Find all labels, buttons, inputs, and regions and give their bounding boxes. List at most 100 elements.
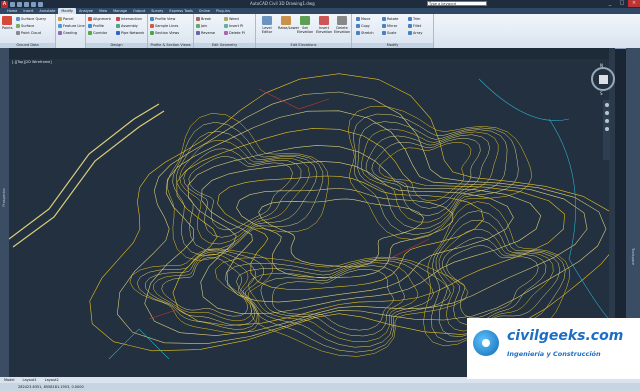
copy-button[interactable]: Copy bbox=[356, 24, 370, 28]
viewcube[interactable] bbox=[591, 67, 615, 91]
tab-model[interactable]: Model bbox=[0, 378, 19, 382]
red-boundary-line bbox=[388, 238, 430, 260]
contour-line bbox=[258, 198, 424, 268]
quick-access-redo-icon[interactable] bbox=[38, 1, 43, 7]
insert-pi-button[interactable]: Insert PI bbox=[224, 24, 243, 28]
title-bar: A AutoCAD Civil 3D Drawing1.dwg Type a k… bbox=[0, 0, 640, 8]
maximize-button[interactable]: □ bbox=[616, 0, 628, 7]
pipe-network-button[interactable]: Pipe Network bbox=[116, 31, 144, 35]
application-menu-button[interactable]: A bbox=[1, 0, 8, 8]
delete-elevation-button[interactable]: Delete Elevation bbox=[334, 16, 350, 34]
navigation-bar bbox=[603, 100, 610, 160]
trim-button[interactable]: Trim bbox=[408, 17, 420, 21]
toolspace-label: Toolspace bbox=[631, 248, 635, 266]
level-editor-button[interactable]: Level Editor bbox=[259, 16, 275, 34]
scale-button[interactable]: Scale bbox=[382, 31, 396, 35]
points-button[interactable]: Points bbox=[2, 16, 13, 30]
grading-button[interactable]: Grading bbox=[58, 31, 77, 35]
rotate-button[interactable]: Rotate bbox=[382, 17, 398, 21]
panel-ground-data: Points Surface Query Surface Point Cloud… bbox=[0, 14, 56, 48]
ribbon: Points Surface Query Surface Point Cloud… bbox=[0, 14, 640, 49]
panel-profile-section-views: Profile View Sample Lines Section Views … bbox=[148, 14, 194, 48]
contour-line bbox=[260, 265, 405, 337]
panel-modify: Move Copy Stretch Rotate Mirror Scale Tr… bbox=[352, 14, 434, 48]
profile-view-button[interactable]: Profile View bbox=[150, 17, 175, 21]
contour-line bbox=[272, 269, 394, 331]
watermark-name: civilgeeks.com bbox=[507, 328, 624, 344]
move-button[interactable]: Move bbox=[356, 17, 370, 21]
contour-line bbox=[348, 106, 532, 240]
delete-pi-button[interactable]: Delete PI bbox=[224, 31, 245, 35]
contour-line bbox=[378, 142, 472, 202]
alignment-button[interactable]: Alignment bbox=[88, 17, 111, 21]
status-bar: 282423.6351, 8558181.1953, 0.0000 bbox=[0, 383, 640, 391]
zoom-icon[interactable] bbox=[604, 119, 609, 123]
contour-line bbox=[357, 121, 508, 230]
quick-access-undo-icon[interactable] bbox=[31, 1, 36, 7]
compass-south: S bbox=[600, 91, 603, 96]
assembly-button[interactable]: Assembly bbox=[116, 24, 138, 28]
point-cloud-button[interactable]: Point Cloud bbox=[16, 31, 41, 35]
file-tabs-bar bbox=[9, 48, 609, 59]
red-boundary-line bbox=[258, 88, 330, 110]
parcel-button[interactable]: Parcel bbox=[58, 17, 74, 21]
prospector-label: Prospector bbox=[2, 188, 6, 207]
red-boundary-line bbox=[148, 308, 180, 320]
break-button[interactable]: Break bbox=[196, 17, 211, 21]
cyan-contour-line bbox=[108, 328, 170, 360]
compass-north: N bbox=[600, 63, 603, 68]
profile-button[interactable]: Profile bbox=[88, 24, 104, 28]
intersection-button[interactable]: Intersection bbox=[116, 17, 142, 21]
steering-wheel-icon[interactable] bbox=[604, 103, 609, 107]
raise-lower-button[interactable]: Raise/Lower bbox=[278, 16, 299, 30]
quick-access-new-icon[interactable] bbox=[10, 1, 15, 7]
panel-edit-geometry: Break Join Reverse Weed Insert PI Delete… bbox=[194, 14, 256, 48]
contour-line bbox=[129, 248, 273, 334]
mirror-button[interactable]: Mirror bbox=[382, 24, 397, 28]
surface-button[interactable]: Surface bbox=[16, 24, 34, 28]
panel-design: Alignment Profile Corridor Intersection … bbox=[86, 14, 148, 48]
contour-line bbox=[89, 73, 609, 352]
road-corridor-line bbox=[12, 110, 165, 248]
search-input[interactable]: Type a keyword bbox=[427, 1, 487, 6]
weed-button[interactable]: Weed bbox=[224, 17, 239, 21]
window-title: AutoCAD Civil 3D Drawing1.dwg bbox=[250, 1, 315, 6]
fillet-button[interactable]: Fillet bbox=[408, 24, 421, 28]
viewcube-face[interactable] bbox=[599, 75, 608, 84]
join-button[interactable]: Join bbox=[196, 24, 207, 28]
minimize-button[interactable]: _ bbox=[604, 0, 616, 7]
prospector-palette[interactable]: Prospector bbox=[0, 48, 9, 378]
quick-access-save-icon[interactable] bbox=[24, 1, 29, 7]
feature-line-button[interactable]: Feature Line bbox=[58, 24, 85, 28]
contour-line bbox=[116, 91, 607, 345]
corridor-button[interactable]: Corridor bbox=[88, 31, 107, 35]
tab-layout1[interactable]: Layout1 bbox=[19, 378, 41, 382]
watermark-tagline: Ingeniería y Construcción bbox=[507, 350, 601, 358]
quick-access-open-icon[interactable] bbox=[17, 1, 22, 7]
section-views-button[interactable]: Section Views bbox=[150, 31, 179, 35]
set-elevation-button[interactable]: Set Elevation bbox=[297, 16, 313, 34]
surface-query-button[interactable]: Surface Query bbox=[16, 17, 46, 21]
coordinates-readout: 282423.6351, 8558181.1953, 0.0000 bbox=[18, 385, 84, 389]
contour-line bbox=[161, 256, 248, 317]
pan-icon[interactable] bbox=[604, 111, 609, 115]
sample-lines-button[interactable]: Sample Lines bbox=[150, 24, 178, 28]
tab-layout2[interactable]: Layout2 bbox=[41, 378, 63, 382]
contour-line bbox=[188, 156, 293, 231]
viewport-controls-label[interactable]: [-][Top][2D Wireframe] bbox=[12, 60, 52, 64]
points-icon bbox=[2, 16, 13, 25]
cyan-contour-line bbox=[478, 78, 570, 121]
orbit-icon[interactable] bbox=[604, 127, 609, 131]
insert-elevation-button[interactable]: Insert Elevation bbox=[316, 16, 332, 34]
panel-edit-elevations: Level Editor Raise/Lower Set Elevation I… bbox=[256, 14, 352, 48]
road-corridor-line bbox=[9, 103, 160, 240]
array-button[interactable]: Array bbox=[408, 31, 422, 35]
civilgeeks-watermark: civilgeeks.com Ingeniería y Construcción bbox=[467, 318, 640, 379]
close-button[interactable]: × bbox=[628, 0, 640, 7]
contour-line bbox=[153, 254, 252, 322]
cyan-contour-line bbox=[548, 118, 609, 320]
stretch-button[interactable]: Stretch bbox=[356, 31, 374, 35]
reverse-button[interactable]: Reverse bbox=[196, 31, 215, 35]
civilgeeks-logo-icon bbox=[473, 330, 499, 356]
contour-line bbox=[446, 245, 539, 319]
